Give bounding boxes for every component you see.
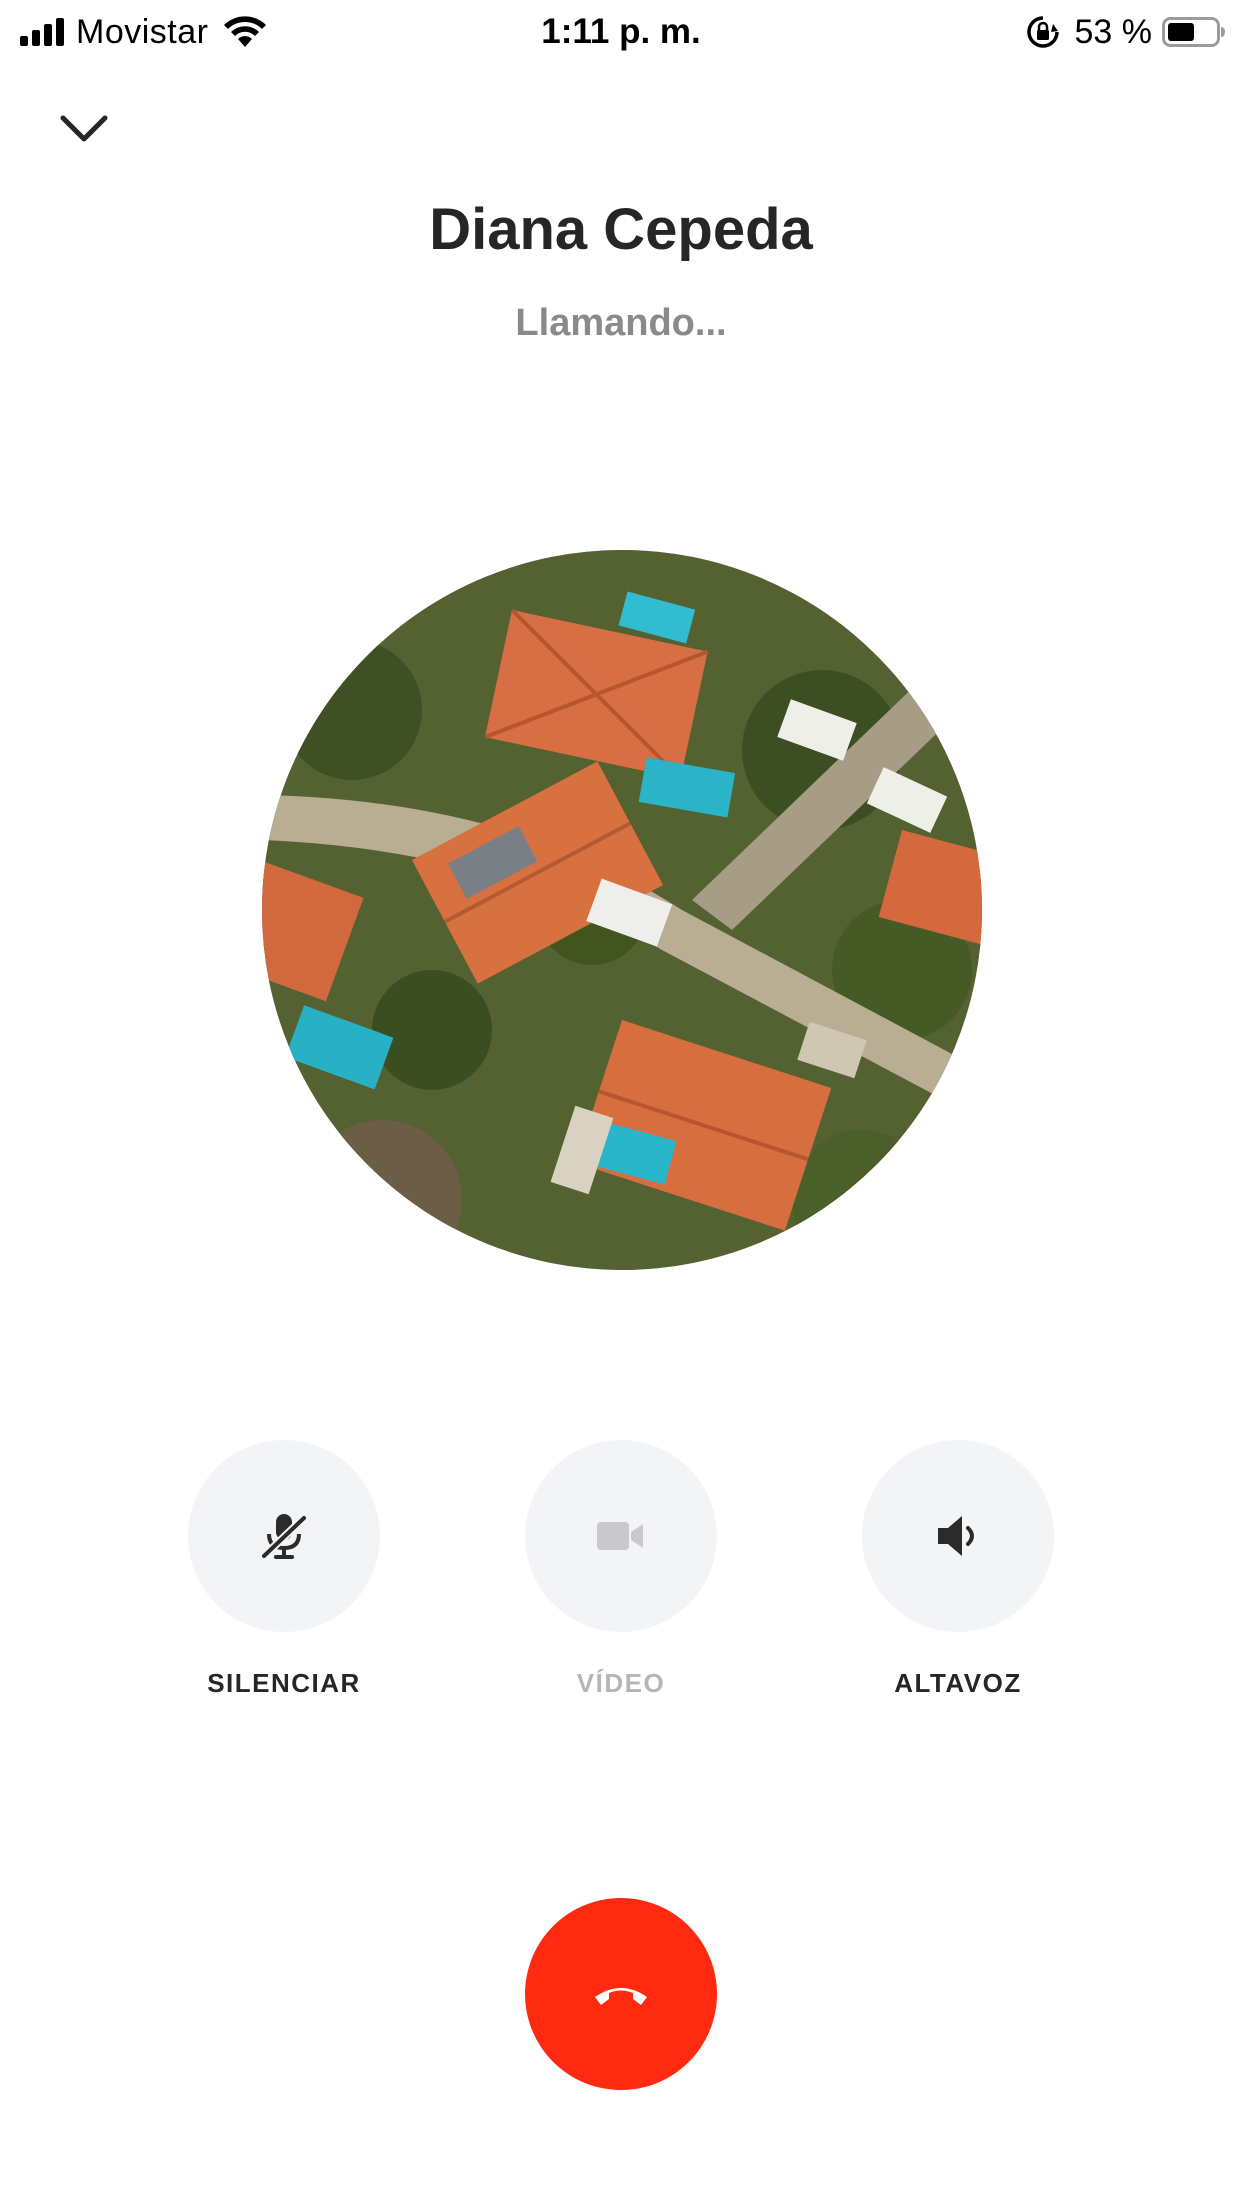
- mute-control: SILENCIAR: [134, 1440, 434, 1699]
- speaker-label: ALTAVOZ: [894, 1668, 1022, 1698]
- video-camera-icon: [597, 1522, 643, 1550]
- battery-percent: 53 %: [1074, 12, 1153, 51]
- profile-photo: [262, 550, 982, 1270]
- video-label: VÍDEO: [576, 1668, 666, 1698]
- call-controls: SILENCIAR VÍDEO ALTAVOZ: [0, 1440, 1242, 1700]
- video-control: VÍDEO: [471, 1440, 771, 1699]
- status-bar-right: 53 %: [1025, 12, 1227, 52]
- chevron-down-icon: [60, 115, 108, 142]
- video-button[interactable]: [525, 1440, 717, 1632]
- mute-button[interactable]: [188, 1440, 380, 1632]
- speaker-button[interactable]: [862, 1440, 1054, 1632]
- battery-icon: [1162, 17, 1225, 47]
- mute-label: SILENCIAR: [207, 1668, 361, 1698]
- orientation-lock-icon: [1026, 16, 1059, 48]
- mic-off-icon: [260, 1514, 308, 1560]
- callee-name: Diana Cepeda: [429, 197, 813, 262]
- end-call-button[interactable]: [525, 1898, 717, 2090]
- call-status: Llamando...: [515, 302, 727, 344]
- hang-up-phone-icon: [595, 1988, 647, 2005]
- status-bar: Movistar 1:11 p. m. 53 %: [0, 0, 1242, 64]
- minimize-call-button[interactable]: [52, 100, 116, 156]
- speaker-icon: [938, 1516, 974, 1556]
- speaker-control: ALTAVOZ: [808, 1440, 1108, 1699]
